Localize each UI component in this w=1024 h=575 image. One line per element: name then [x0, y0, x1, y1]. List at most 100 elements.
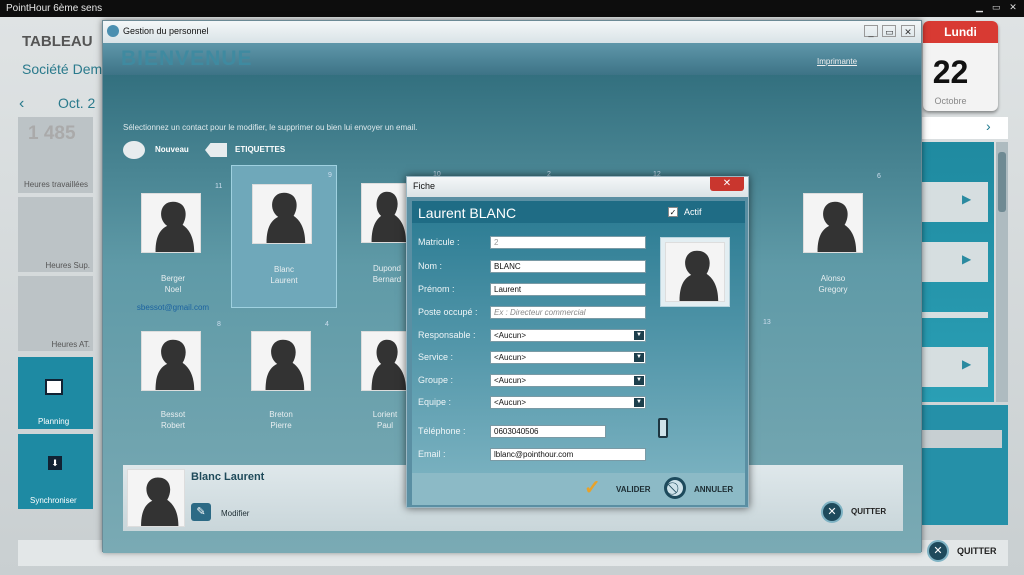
right-lower-panel — [922, 405, 1008, 525]
hours-value: 1 485 — [28, 123, 76, 144]
avatar — [141, 193, 201, 253]
contact-last-name: Blanc — [273, 265, 294, 274]
calendar-day: 22 — [932, 54, 969, 90]
right-card[interactable]: ▶ — [922, 182, 988, 222]
minimize-icon[interactable]: ▁ — [972, 1, 986, 13]
contact-last-name: Bessot — [160, 410, 186, 419]
people-icon — [107, 25, 119, 37]
company-name: Société Dem — [22, 61, 103, 77]
prenom-field[interactable]: Laurent — [490, 283, 646, 296]
cancel-button[interactable]: ⃠ ANNULER — [664, 477, 744, 501]
quit-icon: ✕ — [821, 501, 843, 523]
groupe-select[interactable]: <Aucun> ▼ — [490, 374, 646, 387]
contact-card[interactable]: 6 Alonso Gregory — [783, 173, 883, 323]
dropdown-arrow-icon[interactable]: ▼ — [634, 353, 644, 362]
dialog-title: Gestion du personnel — [123, 26, 209, 36]
contact-card[interactable]: 11 Berger Noel sbessot@gmail.com — [123, 183, 223, 328]
active-checkbox[interactable]: ✓ — [668, 207, 678, 217]
checkmark-icon: ✓ — [584, 477, 601, 499]
contact-card[interactable]: 10 Dupond Bernard — [343, 171, 441, 318]
fiche-photo-frame[interactable] — [660, 237, 730, 307]
nom-field[interactable]: BLANC — [490, 260, 646, 273]
contact-card[interactable]: 4 Breton Pierre — [231, 321, 331, 461]
contact-number: 8 — [217, 321, 221, 328]
quit-icon: ✕ — [927, 540, 949, 562]
contact-number: 4 — [325, 321, 329, 328]
select-value: <Aucun> — [494, 376, 527, 385]
avatar — [141, 331, 201, 391]
calendar-widget: Lundi 22 Octobre — [923, 21, 998, 111]
calendar-icon — [45, 379, 63, 395]
select-value: <Aucun> — [494, 398, 527, 407]
maximize-icon[interactable]: ▭ — [989, 1, 1003, 13]
dropdown-arrow-icon[interactable]: ▼ — [634, 398, 644, 407]
selected-avatar — [127, 469, 185, 527]
close-icon[interactable]: ✕ — [1006, 1, 1020, 13]
service-select[interactable]: <Aucun> ▼ — [490, 351, 646, 364]
contact-first-name: Laurent — [270, 276, 298, 285]
email-field[interactable]: lblanc@pointhour.com — [490, 448, 646, 461]
tile-label: Heures travaillées — [24, 180, 89, 189]
tile-label: Heures Sup. — [45, 261, 90, 270]
mobile-phone-icon — [658, 418, 668, 438]
new-contact-button[interactable]: Nouveau — [123, 139, 203, 161]
contact-last-name: Berger — [160, 274, 185, 283]
equipe-select[interactable]: <Aucun> ▼ — [490, 396, 646, 409]
contact-card[interactable]: 8 Bessot Robert — [123, 321, 223, 461]
scrollbar-thumb[interactable] — [998, 152, 1006, 212]
field-label: Prénom : — [418, 284, 455, 294]
poste-field[interactable]: Ex : Directeur commercial — [490, 306, 646, 319]
matricule-field[interactable]: 2 — [490, 236, 646, 249]
prev-month-arrow-icon[interactable]: ‹ — [19, 95, 24, 113]
avatar — [252, 184, 312, 244]
dialog-window-controls: _ ▭ ✕ — [862, 25, 915, 37]
edit-icon: ✎ — [191, 503, 211, 521]
next-arrow-icon[interactable]: › — [986, 118, 991, 134]
tile-hours-worked[interactable]: 1 485 Heures travaillées — [18, 117, 93, 193]
select-value: <Aucun> — [494, 353, 527, 362]
right-panel: ▶ ▶ ▶ — [922, 142, 994, 402]
contact-last-name: Alonso — [820, 274, 846, 283]
main-quit-button[interactable]: ✕ QUITTER — [927, 538, 1007, 566]
play-icon: ▶ — [962, 192, 972, 206]
tile-overtime[interactable]: Heures Sup. — [18, 197, 93, 272]
sync-tile[interactable]: ⬇ Synchroniser — [18, 434, 93, 509]
tile-label: Heures AT. — [51, 340, 90, 349]
main-titlebar: PointHour 6ème sens ▁ ▭ ✕ — [0, 0, 1024, 17]
scrollbar[interactable] — [996, 142, 1008, 402]
modify-button[interactable]: ✎ Modifier — [191, 501, 271, 525]
contact-number: 9 — [328, 172, 332, 179]
right-card[interactable]: ▶ — [922, 242, 988, 282]
right-card[interactable]: ▶ — [922, 347, 988, 387]
dialog-quit-button[interactable]: ✕ QUITTER — [821, 499, 897, 525]
planning-tile[interactable]: Planning — [18, 357, 93, 429]
field-label: Téléphone : — [418, 426, 466, 436]
labels-button[interactable]: ETIQUETTES — [205, 139, 295, 161]
fiche-close-icon[interactable]: ✕ — [710, 177, 744, 191]
contact-last-name: Lorient — [372, 410, 398, 419]
dialog-titlebar: Gestion du personnel _ ▭ ✕ — [103, 21, 921, 43]
dropdown-arrow-icon[interactable]: ▼ — [634, 376, 644, 385]
cancel-icon: ⃠ — [664, 477, 686, 499]
print-link[interactable]: Imprimante — [817, 57, 857, 66]
telephone-field[interactable]: 0603040506 — [490, 425, 606, 438]
fiche-avatar — [665, 242, 725, 302]
close-icon[interactable]: ✕ — [901, 25, 915, 37]
contact-first-name: Robert — [160, 421, 185, 430]
responsable-select[interactable]: <Aucun> ▼ — [490, 329, 646, 342]
validate-button[interactable]: ✓ VALIDER — [584, 477, 664, 501]
contact-first-name: Noel — [164, 285, 182, 294]
contact-card-selected[interactable]: 9 Blanc Laurent — [231, 165, 337, 308]
maximize-icon[interactable]: ▭ — [882, 25, 897, 37]
play-icon: ▶ — [962, 357, 972, 371]
tile-work-accident[interactable]: Heures AT. — [18, 276, 93, 351]
field-label: Equipe : — [418, 397, 452, 407]
contact-email[interactable]: sbessot@gmail.com — [129, 303, 217, 312]
contact-card[interactable]: Lorient Paul — [343, 321, 407, 461]
window-controls: ▁ ▭ ✕ — [972, 1, 1020, 13]
minimize-icon[interactable]: _ — [863, 25, 878, 37]
calendar-day-name: Lundi — [923, 21, 998, 43]
right-nav-bar: › — [922, 117, 1008, 139]
dropdown-arrow-icon[interactable]: ▼ — [634, 331, 644, 340]
contact-first-name: Paul — [376, 421, 393, 430]
